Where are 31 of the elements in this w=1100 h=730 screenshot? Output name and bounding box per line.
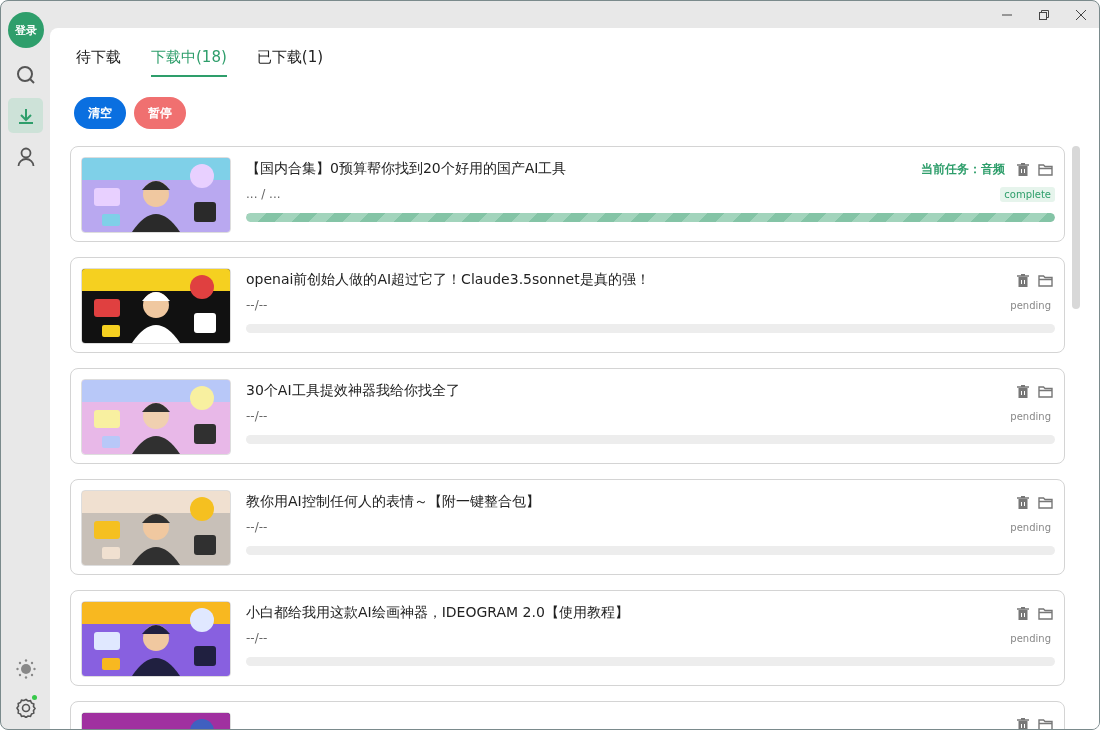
status-label: pending: [1009, 520, 1052, 535]
pause-button[interactable]: 暂停: [134, 97, 186, 129]
restore-icon[interactable]: [1037, 8, 1050, 21]
nav-button[interactable]: [8, 98, 43, 133]
status-label: complete: [1000, 186, 1055, 202]
current-task-label: 当前任务：音频: [921, 160, 1005, 178]
status-label: pending: [1009, 409, 1052, 424]
login-button[interactable]: 登录: [7, 12, 44, 48]
clear-button[interactable]: 清空: [74, 97, 126, 129]
tab[interactable]: 下载中(18): [151, 48, 227, 77]
search-icon: [15, 64, 36, 85]
close-icon[interactable]: [1074, 8, 1087, 21]
settings-icon: [15, 697, 36, 718]
video-title: 教你用AI控制任何人的表情～【附一键整合包】: [246, 493, 541, 511]
download-icon: [16, 106, 35, 125]
status-label: pending: [1009, 631, 1052, 646]
progress-text: --/--: [246, 298, 268, 312]
tab[interactable]: 已下载(1): [256, 48, 324, 77]
sun-icon: [15, 658, 36, 679]
tab[interactable]: 待下载: [76, 48, 121, 77]
progress-text: ... / ...: [246, 187, 281, 201]
video-title: 小白都给我用这款AI绘画神器，IDEOGRAM 2.0【使用教程】: [246, 604, 630, 622]
progress-text: --/--: [246, 520, 268, 534]
progress-text: --/--: [246, 631, 268, 645]
scrollbar-thumb[interactable]: [1072, 146, 1080, 309]
video-title: 【国内合集】0预算帮你找到20个好用的国产AI工具: [246, 160, 568, 178]
user-icon: [16, 146, 35, 167]
video-title: 30个AI工具提效神器我给你找全了: [246, 382, 461, 400]
progress-text: --/--: [246, 409, 268, 423]
video-title: openai前创始人做的AI超过它了！Claude3.5sonnet是真的强！: [246, 271, 651, 289]
status-label: pending: [1009, 298, 1052, 313]
